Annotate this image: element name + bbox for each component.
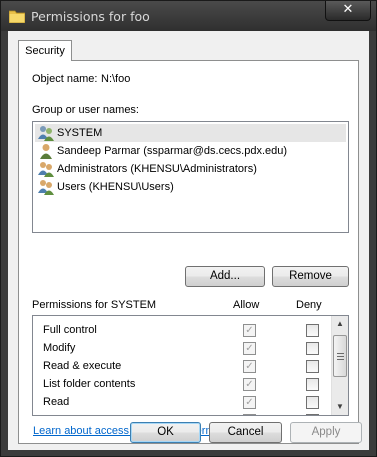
list-item-label: Sandeep Parmar (ssparmar@ds.cecs.pdx.edu… [57,145,288,157]
scroll-thumb[interactable] [333,335,347,377]
remove-button[interactable]: Remove [272,266,349,287]
group-users-icon [38,180,54,195]
group-user-listbox[interactable]: SYSTEM Sandeep Parmar (ssparmar@ds.cecs.… [32,121,349,233]
group-users-icon [38,162,54,177]
apply-button[interactable]: Apply [290,422,362,443]
grip-line [337,359,344,360]
allow-checkbox[interactable] [243,414,256,415]
user-icon [40,144,52,159]
deny-column-header: Deny [296,299,322,311]
permissions-list[interactable]: Full control ✓ Modify ✓ Read & execute ✓… [32,315,349,416]
cancel-button[interactable]: Cancel [209,422,282,443]
table-row: Full control ✓ [33,321,333,339]
permission-name: Modify [43,342,76,354]
allow-checkbox[interactable]: ✓ [243,378,256,391]
security-tab-panel: Object name: N:\foo Group or user names:… [18,60,359,444]
list-item[interactable]: Users (KHENSU\Users) [35,178,346,196]
permission-name: Read & execute [43,360,122,372]
grip-line [337,356,344,357]
tab-security[interactable]: Security [18,40,72,61]
table-row [33,411,333,415]
deny-checkbox[interactable] [306,360,319,373]
allow-checkbox[interactable]: ✓ [243,324,256,337]
dialog-client-area: Security Object name: N:\foo Group or us… [8,31,369,450]
window-title: Permissions for foo [31,9,150,24]
deny-checkbox[interactable] [306,378,319,391]
allow-checkbox[interactable]: ✓ [243,360,256,373]
ok-button[interactable]: OK [130,422,201,443]
scroll-up-icon[interactable]: ▲ [332,316,348,332]
allow-column-header: Allow [233,299,260,311]
deny-checkbox[interactable] [306,414,319,415]
deny-checkbox[interactable] [306,342,319,355]
list-item-label: Users (KHENSU\Users) [57,181,174,193]
allow-checkbox[interactable]: ✓ [243,396,256,409]
table-row: Read & execute ✓ [33,357,333,375]
table-row: Modify ✓ [33,339,333,357]
system-users-icon [38,126,54,141]
object-name-label: Object name: [32,73,98,85]
permissions-dialog: Permissions for foo ✕ Security Object na… [0,0,377,457]
list-item[interactable]: Administrators (KHENSU\Administrators) [35,160,346,178]
permission-name: Read [43,396,70,408]
permissions-label: Permissions for SYSTEM [32,299,157,311]
grip-line [337,353,344,354]
vertical-scrollbar[interactable]: ▲ ▼ [331,316,348,415]
list-item-label: Administrators (KHENSU\Administrators) [57,163,257,175]
add-button[interactable]: Add... [185,266,265,287]
deny-checkbox[interactable] [306,396,319,409]
allow-checkbox[interactable]: ✓ [243,342,256,355]
deny-checkbox[interactable] [306,324,319,337]
folder-icon [9,10,25,23]
list-item[interactable]: SYSTEM [35,124,346,142]
table-row: Read ✓ [33,393,333,411]
scroll-down-icon[interactable]: ▼ [332,399,348,415]
close-button[interactable]: ✕ [325,1,371,21]
title-bar[interactable]: Permissions for foo ✕ [1,1,376,31]
object-name-value: N:\foo [101,73,131,85]
permission-name: Full control [43,324,97,336]
table-row: List folder contents ✓ [33,375,333,393]
list-item[interactable]: Sandeep Parmar (ssparmar@ds.cecs.pdx.edu… [35,142,346,160]
group-names-label: Group or user names: [32,104,139,116]
permission-name: List folder contents [43,378,136,390]
list-item-label: SYSTEM [57,127,103,139]
